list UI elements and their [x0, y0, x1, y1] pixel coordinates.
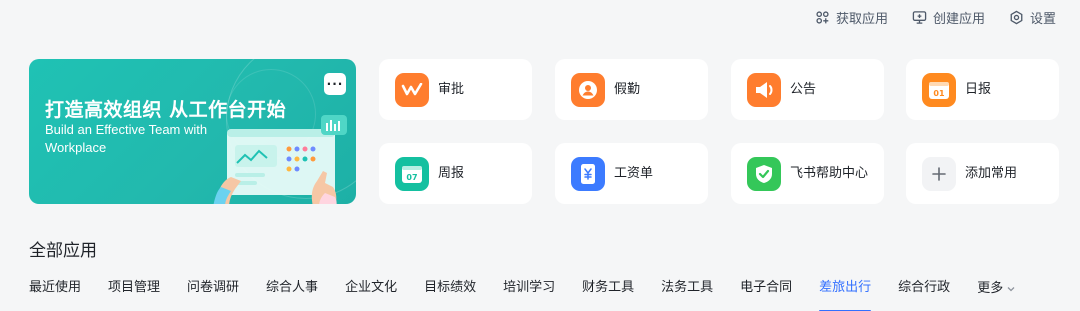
settings-button[interactable]: 设置: [1009, 6, 1056, 28]
settings-label: 设置: [1029, 11, 1056, 27]
tab-survey[interactable]: 问卷调研: [187, 278, 239, 300]
app-label: 工资单: [614, 166, 654, 181]
payslip-icon: [571, 156, 605, 191]
app-card-payslip[interactable]: 工资单: [555, 143, 708, 204]
attendance-icon: [571, 72, 605, 107]
app-card-daily-report[interactable]: 01 日报: [906, 59, 1059, 120]
create-app-button[interactable]: 创建应用: [912, 6, 985, 28]
banner-subtitle: Build an Effective Team with Workplace: [45, 122, 208, 155]
app-label: 周报: [438, 166, 465, 181]
tab-more[interactable]: 更多: [977, 278, 1016, 300]
add-favorite-button[interactable]: 添加常用: [906, 143, 1059, 204]
workplace-banner[interactable]: 打造高效组织 从工作台开始 Build an Effective Team wi…: [29, 59, 356, 204]
tab-e-contract[interactable]: 电子合同: [740, 278, 792, 300]
app-label: 添加常用: [965, 166, 1018, 181]
app-label: 公告: [790, 82, 817, 97]
tab-culture[interactable]: 企业文化: [345, 278, 397, 300]
app-card-announcement[interactable]: 公告: [731, 59, 884, 120]
more-label: 更多: [977, 281, 1004, 296]
app-label: 飞书帮助中心: [790, 166, 869, 181]
tab-finance[interactable]: 财务工具: [582, 278, 634, 300]
weekly-report-icon: 07: [395, 156, 429, 191]
create-app-label: 创建应用: [932, 11, 985, 27]
app-label: 日报: [965, 82, 992, 97]
app-card-approval[interactable]: 审批: [379, 59, 532, 120]
daily-report-icon: 01: [922, 72, 956, 107]
tab-travel[interactable]: 差旅出行: [819, 278, 872, 311]
announcement-icon: [747, 72, 781, 107]
apps-grid-icon: [816, 10, 829, 24]
banner-more-button[interactable]: ···: [324, 73, 346, 95]
tab-okr[interactable]: 目标绩效: [424, 278, 476, 300]
get-apps-label: 获取应用: [835, 11, 888, 27]
gear-icon: [1010, 10, 1023, 24]
dashboard-illustration-icon: [213, 115, 347, 204]
chevron-down-icon: [1007, 287, 1015, 292]
app-card-attendance[interactable]: 假勤: [555, 59, 708, 120]
category-tabs: 最近使用 项目管理 问卷调研 综合人事 企业文化 目标绩效 培训学习 财务工具 …: [29, 278, 1016, 311]
tab-hr[interactable]: 综合人事: [266, 278, 318, 300]
tab-project-management[interactable]: 项目管理: [108, 278, 160, 300]
tab-admin[interactable]: 综合行政: [898, 278, 950, 300]
tab-legal[interactable]: 法务工具: [661, 278, 713, 300]
tab-training[interactable]: 培训学习: [503, 278, 555, 300]
approval-icon: [395, 72, 429, 107]
plus-icon: [922, 156, 956, 191]
app-card-help-center[interactable]: 飞书帮助中心: [731, 143, 884, 204]
date-badge: 07: [406, 173, 417, 182]
get-apps-button[interactable]: 获取应用: [815, 6, 888, 28]
top-toolbar: 获取应用 创建应用 设置: [815, 6, 1056, 28]
app-card-weekly-report[interactable]: 07 周报: [379, 143, 532, 204]
app-label: 审批: [438, 82, 465, 97]
section-title: 全部应用: [29, 241, 97, 261]
app-label: 假勤: [614, 82, 641, 97]
tab-recent[interactable]: 最近使用: [29, 278, 81, 300]
monitor-icon: [912, 10, 927, 24]
help-center-icon: [747, 156, 781, 191]
date-badge: 01: [933, 89, 945, 98]
